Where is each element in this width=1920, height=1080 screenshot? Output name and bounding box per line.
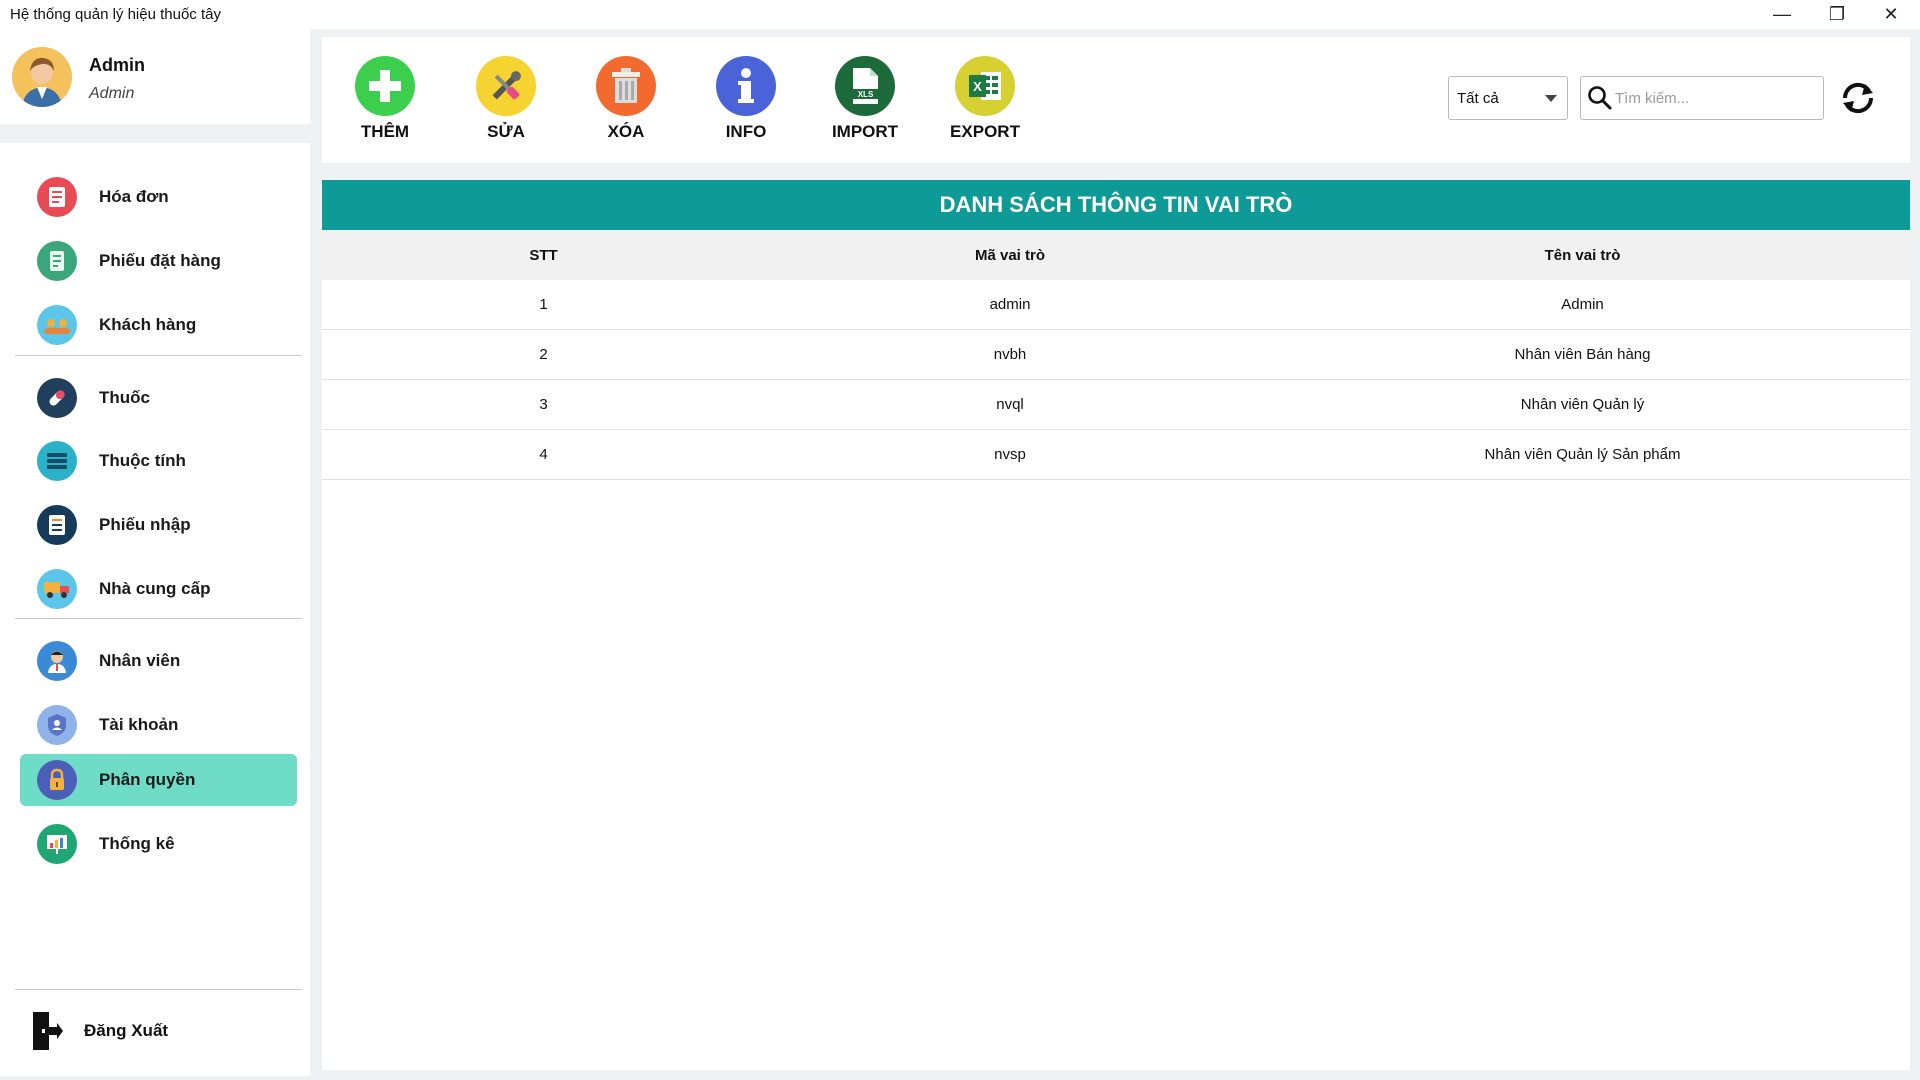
cell-role-name: Admin bbox=[1561, 296, 1604, 313]
xls-file-icon: XLS bbox=[835, 56, 895, 116]
logout-label: Đăng Xuất bbox=[84, 1021, 169, 1040]
cell-stt: 4 bbox=[539, 446, 548, 463]
sidebar-item-employees[interactable]: Nhân viên bbox=[20, 635, 297, 687]
excel-icon: X bbox=[955, 56, 1015, 116]
svg-text:XLS: XLS bbox=[858, 90, 874, 99]
sidebar-item-label: Nhân viên bbox=[99, 651, 181, 670]
profile-name: Admin bbox=[89, 55, 145, 75]
column-header-role-code[interactable]: Mã vai trò bbox=[765, 247, 1255, 264]
cell-role-code: admin bbox=[989, 296, 1031, 313]
search-box bbox=[1580, 76, 1824, 120]
info-label: INFO bbox=[725, 122, 767, 141]
cell-role-code: nvql bbox=[996, 396, 1024, 413]
profile-role: Admin bbox=[89, 85, 135, 102]
order-form-icon bbox=[37, 241, 77, 281]
chevron-down-icon bbox=[1545, 95, 1557, 102]
column-header-role-name[interactable]: Tên vai trò bbox=[1255, 247, 1910, 264]
export-button[interactable]: X EXPORT bbox=[935, 56, 1035, 142]
search-icon bbox=[1585, 83, 1615, 113]
filter-selected-value: Tất cả bbox=[1457, 89, 1499, 107]
sidebar-item-label: Hóa đơn bbox=[99, 187, 169, 206]
attribute-list-icon bbox=[37, 441, 77, 481]
sidebar-item-label: Phiếu nhập bbox=[99, 515, 191, 534]
cell-role-code: nvbh bbox=[993, 346, 1027, 363]
add-button[interactable]: THÊM bbox=[335, 56, 435, 142]
customers-icon bbox=[37, 305, 77, 345]
sidebar-item-customers[interactable]: Khách hàng bbox=[20, 299, 297, 351]
sidebar-item-label: Phiếu đặt hàng bbox=[99, 251, 221, 270]
close-button[interactable]: ✕ bbox=[1864, 0, 1918, 29]
sidebar-item-label: Phân quyền bbox=[99, 770, 196, 789]
sidebar-item-label: Tài khoản bbox=[99, 715, 179, 734]
maximize-button[interactable]: ❐ bbox=[1810, 0, 1864, 29]
sidebar-item-label: Thuốc bbox=[99, 388, 150, 407]
avatar bbox=[12, 47, 72, 107]
statistics-chart-icon bbox=[37, 824, 77, 864]
table-row[interactable]: 2 nvbh Nhân viên Bán hàng bbox=[322, 330, 1910, 380]
import-label: IMPORT bbox=[831, 122, 899, 141]
user-profile-card: Admin Admin bbox=[0, 29, 310, 124]
cell-role-name: Nhân viên Quản lý Sản phẩm bbox=[1484, 446, 1681, 463]
sidebar-item-import-slips[interactable]: Phiếu nhập bbox=[20, 499, 297, 551]
cell-stt: 1 bbox=[539, 296, 548, 313]
table-title: DANH SÁCH THÔNG TIN VAI TRÒ bbox=[322, 180, 1910, 230]
sidebar-item-medicines[interactable]: Thuốc bbox=[20, 372, 297, 424]
info-button[interactable]: INFO bbox=[696, 56, 796, 142]
roles-table-panel: DANH SÁCH THÔNG TIN VAI TRÒ STT Mã vai t… bbox=[322, 180, 1910, 1070]
sidebar-item-label: Thuộc tính bbox=[99, 451, 186, 470]
edit-label: SỬA bbox=[487, 122, 525, 141]
logout-icon bbox=[30, 1010, 64, 1052]
trash-icon bbox=[596, 56, 656, 116]
invoice-icon bbox=[37, 177, 77, 217]
sidebar-item-statistics[interactable]: Thống kê bbox=[20, 818, 297, 870]
logout-button[interactable]: Đăng Xuất bbox=[30, 1010, 168, 1052]
permission-lock-icon bbox=[37, 760, 77, 800]
sidebar-item-purchase-orders[interactable]: Phiếu đặt hàng bbox=[20, 235, 297, 287]
table-row[interactable]: 4 nvsp Nhân viên Quản lý Sản phẩm bbox=[322, 430, 1910, 480]
menu-divider bbox=[15, 989, 302, 990]
table-row[interactable]: 1 admin Admin bbox=[322, 280, 1910, 330]
supplier-truck-icon bbox=[37, 569, 77, 609]
table-row[interactable]: 3 nvql Nhân viên Quản lý bbox=[322, 380, 1910, 430]
sidebar-menu: Hóa đơn Phiếu đặt hàng Khách hàng Thuốc … bbox=[0, 143, 310, 1076]
import-slip-icon bbox=[37, 505, 77, 545]
delete-label: XÓA bbox=[607, 122, 645, 141]
sidebar-item-permissions[interactable]: Phân quyền bbox=[20, 754, 297, 806]
account-shield-icon bbox=[37, 705, 77, 745]
minimize-button[interactable]: — bbox=[1755, 0, 1809, 29]
refresh-button[interactable] bbox=[1836, 78, 1880, 118]
search-input[interactable] bbox=[1615, 89, 1805, 107]
sidebar-item-label: Nhà cung cấp bbox=[99, 579, 211, 598]
plus-icon bbox=[355, 56, 415, 116]
employee-icon bbox=[37, 641, 77, 681]
menu-divider bbox=[15, 618, 302, 619]
title-bar: Hệ thống quản lý hiệu thuốc tây — ❐ ✕ bbox=[0, 0, 1920, 29]
svg-text:X: X bbox=[973, 79, 982, 94]
edit-button[interactable]: SỬA bbox=[456, 56, 556, 142]
menu-divider bbox=[15, 355, 302, 356]
column-header-stt[interactable]: STT bbox=[322, 247, 765, 264]
filter-dropdown[interactable]: Tất cả bbox=[1448, 76, 1568, 120]
table-header: STT Mã vai trò Tên vai trò bbox=[322, 230, 1910, 280]
export-label: EXPORT bbox=[950, 122, 1020, 141]
wrench-screwdriver-icon bbox=[476, 56, 536, 116]
sidebar-item-accounts[interactable]: Tài khoản bbox=[20, 699, 297, 751]
info-icon bbox=[716, 56, 776, 116]
delete-button[interactable]: XÓA bbox=[576, 56, 676, 142]
sidebar-item-label: Khách hàng bbox=[99, 315, 197, 334]
refresh-icon bbox=[1842, 82, 1874, 114]
pill-icon bbox=[37, 378, 77, 418]
cell-role-name: Nhân viên Bán hàng bbox=[1514, 346, 1651, 363]
sidebar-item-label: Thống kê bbox=[99, 834, 175, 853]
import-button[interactable]: XLS IMPORT bbox=[815, 56, 915, 142]
window-title: Hệ thống quản lý hiệu thuốc tây bbox=[10, 6, 221, 23]
sidebar-item-attributes[interactable]: Thuộc tính bbox=[20, 435, 297, 487]
add-label: THÊM bbox=[360, 122, 410, 141]
cell-stt: 2 bbox=[539, 346, 548, 363]
cell-stt: 3 bbox=[539, 396, 548, 413]
cell-role-name: Nhân viên Quản lý bbox=[1520, 396, 1645, 413]
sidebar-item-invoices[interactable]: Hóa đơn bbox=[20, 171, 297, 223]
sidebar-item-suppliers[interactable]: Nhà cung cấp bbox=[20, 563, 297, 615]
cell-role-code: nvsp bbox=[994, 446, 1026, 463]
